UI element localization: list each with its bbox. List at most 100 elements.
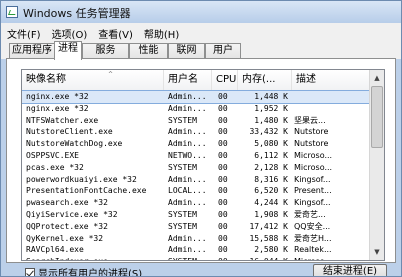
tab-services[interactable]: 服务 bbox=[82, 43, 129, 59]
process-row[interactable]: nginx.exe *32 Admin... 00 1,448 K bbox=[22, 90, 371, 104]
process-row[interactable]: QiyiService.exe *32 SYSTEM 00 1,908 K 爱奇艺... bbox=[22, 209, 370, 221]
processes-panel: 映像名称 ^ 用户名 CPU 内存(... 描述 nginx.exe *32 Ad… bbox=[6, 58, 396, 263]
process-description: 爱奇艺H... bbox=[294, 233, 332, 243]
process-cpu: 00 bbox=[218, 198, 228, 208]
scroll-up-icon[interactable]: ▲ bbox=[371, 71, 383, 85]
process-user: SYSTEM bbox=[168, 209, 197, 219]
process-name: NTFSWatcher.exe bbox=[26, 115, 99, 125]
process-name: QyKernel.exe *32 bbox=[26, 233, 104, 243]
process-row[interactable]: RAVCpl64.exe Admin... 00 2,580 K Realtek... bbox=[22, 244, 370, 256]
show-all-users-checkbox[interactable] bbox=[25, 268, 35, 276]
process-description: Microso... bbox=[294, 150, 333, 160]
end-process-button[interactable]: 结束进程(E) bbox=[313, 264, 387, 276]
process-row[interactable]: OSPPSVC.EXE NETWO... 00 6,112 K Microso... bbox=[22, 150, 370, 162]
show-all-users-option[interactable]: 显示所有用户的进程(S) bbox=[25, 265, 142, 276]
process-name: NutstoreWatchDog.exe bbox=[26, 139, 123, 149]
process-cpu: 00 bbox=[218, 150, 228, 160]
task-manager-window: Windows 任务管理器 文件(F) 选项(O) 查看(V) 帮助(H) 应用程序 … bbox=[0, 0, 402, 277]
process-row[interactable]: SearchIndexer.exe SYSTEM 00 16,044 K Microso… bbox=[22, 256, 370, 260]
tab-users[interactable]: 用户 bbox=[205, 43, 241, 59]
process-name: RAVCpl64.exe bbox=[26, 245, 84, 255]
process-cpu: 00 bbox=[218, 245, 228, 255]
process-row[interactable]: QQProtect.exe *32 SYSTEM 00 17,412 K QQ安全... bbox=[22, 221, 370, 233]
tab-performance[interactable]: 性能 bbox=[129, 43, 168, 59]
process-row[interactable]: QyKernel.exe *32 Admin... 00 15,588 K 爱奇艺H..… bbox=[22, 233, 370, 245]
process-user: Admin... bbox=[168, 245, 207, 255]
menu-help[interactable]: 帮助(H) bbox=[138, 23, 184, 41]
process-row[interactable]: pcas.exe *32 SYSTEM 00 2,128 K Microso... bbox=[22, 162, 370, 174]
process-cpu: 00 bbox=[218, 209, 228, 219]
process-cpu: 00 bbox=[218, 115, 228, 125]
process-user: Admin... bbox=[168, 139, 207, 149]
column-user-name[interactable]: 用户名 bbox=[164, 70, 212, 90]
scrollbar-thumb[interactable] bbox=[371, 86, 383, 148]
tab-strip: 应用程序 进程 服务 性能 联网 用户 bbox=[1, 41, 401, 60]
process-user: SYSTEM bbox=[168, 162, 197, 172]
process-description: Nutstore bbox=[294, 139, 329, 149]
process-description: Microso... bbox=[294, 162, 333, 172]
process-memory: 4,244 K bbox=[254, 198, 288, 208]
process-cpu: 00 bbox=[218, 233, 228, 243]
process-user: Admin... bbox=[168, 233, 207, 243]
process-user: LOCAL... bbox=[168, 186, 207, 196]
column-image-name[interactable]: 映像名称 bbox=[22, 70, 164, 90]
process-user: Admin... bbox=[168, 198, 207, 208]
menu-view[interactable]: 查看(V) bbox=[92, 23, 138, 41]
process-name: PresentationFontCache.exe bbox=[26, 186, 147, 196]
menu-bar: 文件(F) 选项(O) 查看(V) 帮助(H) bbox=[1, 23, 401, 41]
process-cpu: 00 bbox=[218, 174, 228, 184]
process-user: SYSTEM bbox=[168, 115, 197, 125]
process-memory: 15,588 K bbox=[249, 233, 288, 243]
process-cpu: 00 bbox=[218, 103, 228, 113]
tab-processes[interactable]: 进程 bbox=[54, 41, 82, 60]
process-memory: 2,128 K bbox=[254, 162, 288, 172]
process-memory: 17,412 K bbox=[249, 221, 288, 231]
process-memory: 1,448 K bbox=[254, 92, 288, 101]
process-row[interactable]: powerwordkuaiyi.exe *32 Admin... 00 8,316 K… bbox=[22, 174, 370, 186]
process-memory: 1,480 K bbox=[254, 115, 288, 125]
process-cpu: 00 bbox=[218, 92, 228, 101]
process-description: 爱奇艺... bbox=[294, 209, 326, 219]
process-list[interactable]: 映像名称 ^ 用户名 CPU 内存(... 描述 nginx.exe *32 Ad… bbox=[21, 69, 385, 261]
window-title: Windows 任务管理器 bbox=[23, 7, 131, 20]
process-cpu: 00 bbox=[218, 256, 232, 260]
process-row[interactable]: nginx.exe *32 Admin... 00 1,952 K bbox=[22, 103, 370, 115]
process-row[interactable]: PresentationFontCache.exe LOCAL... 00 6,520… bbox=[22, 185, 370, 197]
process-row[interactable]: NutstoreClient.exe Admin... 00 33,432 K Nuts… bbox=[22, 126, 370, 138]
process-description: Kingsof... bbox=[294, 174, 331, 184]
process-name: NutstoreClient.exe bbox=[26, 127, 113, 137]
process-memory: 2,580 K bbox=[254, 245, 288, 255]
process-description: Nutstore bbox=[294, 127, 329, 137]
process-user: Admin... bbox=[168, 174, 207, 184]
process-user: Admin... bbox=[168, 127, 207, 137]
process-description: QQ安全... bbox=[294, 221, 331, 231]
process-user: Admin... bbox=[168, 103, 207, 113]
column-memory[interactable]: 内存(... bbox=[238, 70, 292, 90]
tab-applications[interactable]: 应用程序 bbox=[9, 43, 55, 59]
menu-file[interactable]: 文件(F) bbox=[1, 23, 46, 41]
tab-networking[interactable]: 联网 bbox=[168, 43, 205, 59]
scroll-down-icon[interactable]: ▼ bbox=[371, 245, 383, 259]
task-manager-icon bbox=[6, 6, 18, 18]
column-description[interactable]: 描述 bbox=[292, 70, 370, 90]
process-row[interactable]: NTFSWatcher.exe SYSTEM 00 1,480 K 坚果云... bbox=[22, 115, 370, 127]
menu-options[interactable]: 选项(O) bbox=[46, 23, 93, 41]
process-memory: 1,952 K bbox=[254, 103, 288, 113]
process-memory: 5,080 K bbox=[254, 139, 288, 149]
process-name: pwasearch.exe *32 bbox=[26, 198, 108, 208]
process-name: nginx.exe *32 bbox=[26, 92, 89, 101]
process-row[interactable]: NutstoreWatchDog.exe Admin... 00 5,080 K Nut… bbox=[22, 138, 370, 150]
process-memory: 33,432 K bbox=[249, 127, 288, 137]
column-cpu[interactable]: CPU bbox=[212, 70, 238, 90]
process-name: nginx.exe *32 bbox=[26, 103, 89, 113]
process-name: pcas.exe *32 bbox=[26, 162, 84, 172]
process-description: 坚果云... bbox=[294, 115, 326, 125]
process-cpu: 00 bbox=[218, 127, 228, 137]
process-row[interactable]: pwasearch.exe *32 Admin... 00 4,244 K Kingso… bbox=[22, 197, 370, 209]
process-description: Realtek... bbox=[294, 245, 332, 255]
process-user: Admin... bbox=[168, 92, 207, 101]
process-name: powerwordkuaiyi.exe *32 bbox=[26, 174, 137, 184]
vertical-scrollbar[interactable]: ▲ ▼ bbox=[369, 70, 384, 260]
process-memory: 6,112 K bbox=[254, 150, 288, 160]
process-cpu: 00 bbox=[218, 139, 228, 149]
